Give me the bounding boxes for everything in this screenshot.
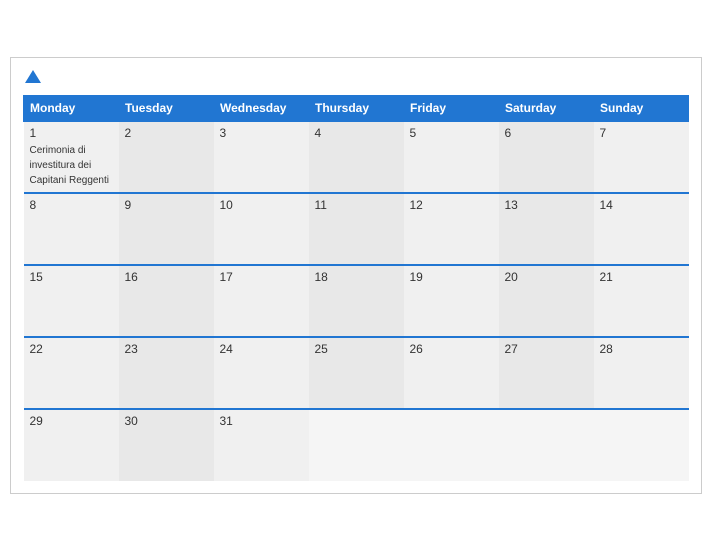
weekday-header-friday: Friday: [404, 95, 499, 121]
day-number: 5: [410, 126, 493, 140]
day-cell: 16: [119, 265, 214, 337]
week-row-3: 15 16 17 18 19 20 21: [24, 265, 689, 337]
day-cell: 31: [214, 409, 309, 481]
weekday-header-monday: Monday: [24, 95, 119, 121]
day-number: 7: [600, 126, 683, 140]
day-number: 3: [220, 126, 303, 140]
day-number: 1: [30, 126, 113, 140]
day-number: 12: [410, 198, 493, 212]
day-number: 21: [600, 270, 683, 284]
weekday-header-row: MondayTuesdayWednesdayThursdayFridaySatu…: [24, 95, 689, 121]
day-cell: 7: [594, 121, 689, 193]
calendar-grid: MondayTuesdayWednesdayThursdayFridaySatu…: [23, 95, 689, 481]
week-row-4: 22 23 24 25 26 27 28: [24, 337, 689, 409]
day-number: 23: [125, 342, 208, 356]
day-cell: 25: [309, 337, 404, 409]
day-number: 16: [125, 270, 208, 284]
weekday-header-wednesday: Wednesday: [214, 95, 309, 121]
day-number: 8: [30, 198, 113, 212]
day-cell: 19: [404, 265, 499, 337]
day-cell: 28: [594, 337, 689, 409]
day-cell: 11: [309, 193, 404, 265]
day-cell: 4: [309, 121, 404, 193]
day-number: 24: [220, 342, 303, 356]
day-number: 15: [30, 270, 113, 284]
day-cell: 1 Cerimonia di investitura dei Capitani R…: [24, 121, 119, 193]
week-row-5: 29 30 31: [24, 409, 689, 481]
weekday-header-sunday: Sunday: [594, 95, 689, 121]
logo: [23, 72, 41, 85]
day-number: 11: [315, 198, 398, 212]
day-cell: 23: [119, 337, 214, 409]
day-cell: 27: [499, 337, 594, 409]
day-number: 29: [30, 414, 113, 428]
day-cell: 22: [24, 337, 119, 409]
day-number: 10: [220, 198, 303, 212]
day-cell: [404, 409, 499, 481]
day-number: 25: [315, 342, 398, 356]
logo-triangle-icon: [25, 70, 41, 83]
day-cell: 24: [214, 337, 309, 409]
day-number: 2: [125, 126, 208, 140]
week-row-1: 1 Cerimonia di investitura dei Capitani R…: [24, 121, 689, 193]
day-number: 26: [410, 342, 493, 356]
day-cell: 18: [309, 265, 404, 337]
day-number: 31: [220, 414, 303, 428]
day-cell: 30: [119, 409, 214, 481]
day-cell: 12: [404, 193, 499, 265]
day-cell: 26: [404, 337, 499, 409]
day-cell: 5: [404, 121, 499, 193]
day-cell: 6: [499, 121, 594, 193]
day-cell: 13: [499, 193, 594, 265]
day-cell: 3: [214, 121, 309, 193]
calendar-container: MondayTuesdayWednesdayThursdayFridaySatu…: [10, 57, 702, 494]
day-number: 4: [315, 126, 398, 140]
weekday-header-saturday: Saturday: [499, 95, 594, 121]
day-cell: [499, 409, 594, 481]
event-label: Cerimonia di investitura dei Capitani Re…: [30, 145, 110, 186]
day-cell: 21: [594, 265, 689, 337]
day-cell: [594, 409, 689, 481]
day-cell: [309, 409, 404, 481]
day-number: 22: [30, 342, 113, 356]
day-cell: 8: [24, 193, 119, 265]
day-cell: 9: [119, 193, 214, 265]
day-number: 17: [220, 270, 303, 284]
day-number: 13: [505, 198, 588, 212]
day-number: 18: [315, 270, 398, 284]
day-cell: 2: [119, 121, 214, 193]
day-number: 20: [505, 270, 588, 284]
week-row-2: 89 10 11 12 13 14: [24, 193, 689, 265]
day-number: 30: [125, 414, 208, 428]
day-cell: 10: [214, 193, 309, 265]
calendar-header: [23, 72, 689, 85]
weekday-header-tuesday: Tuesday: [119, 95, 214, 121]
day-number: 27: [505, 342, 588, 356]
day-cell: 15: [24, 265, 119, 337]
day-number: 6: [505, 126, 588, 140]
day-cell: 29: [24, 409, 119, 481]
day-number: 28: [600, 342, 683, 356]
day-number: 19: [410, 270, 493, 284]
day-number: 9: [125, 198, 208, 212]
weekday-header-thursday: Thursday: [309, 95, 404, 121]
day-cell: 17: [214, 265, 309, 337]
day-cell: 20: [499, 265, 594, 337]
day-number: 14: [600, 198, 683, 212]
day-cell: 14: [594, 193, 689, 265]
